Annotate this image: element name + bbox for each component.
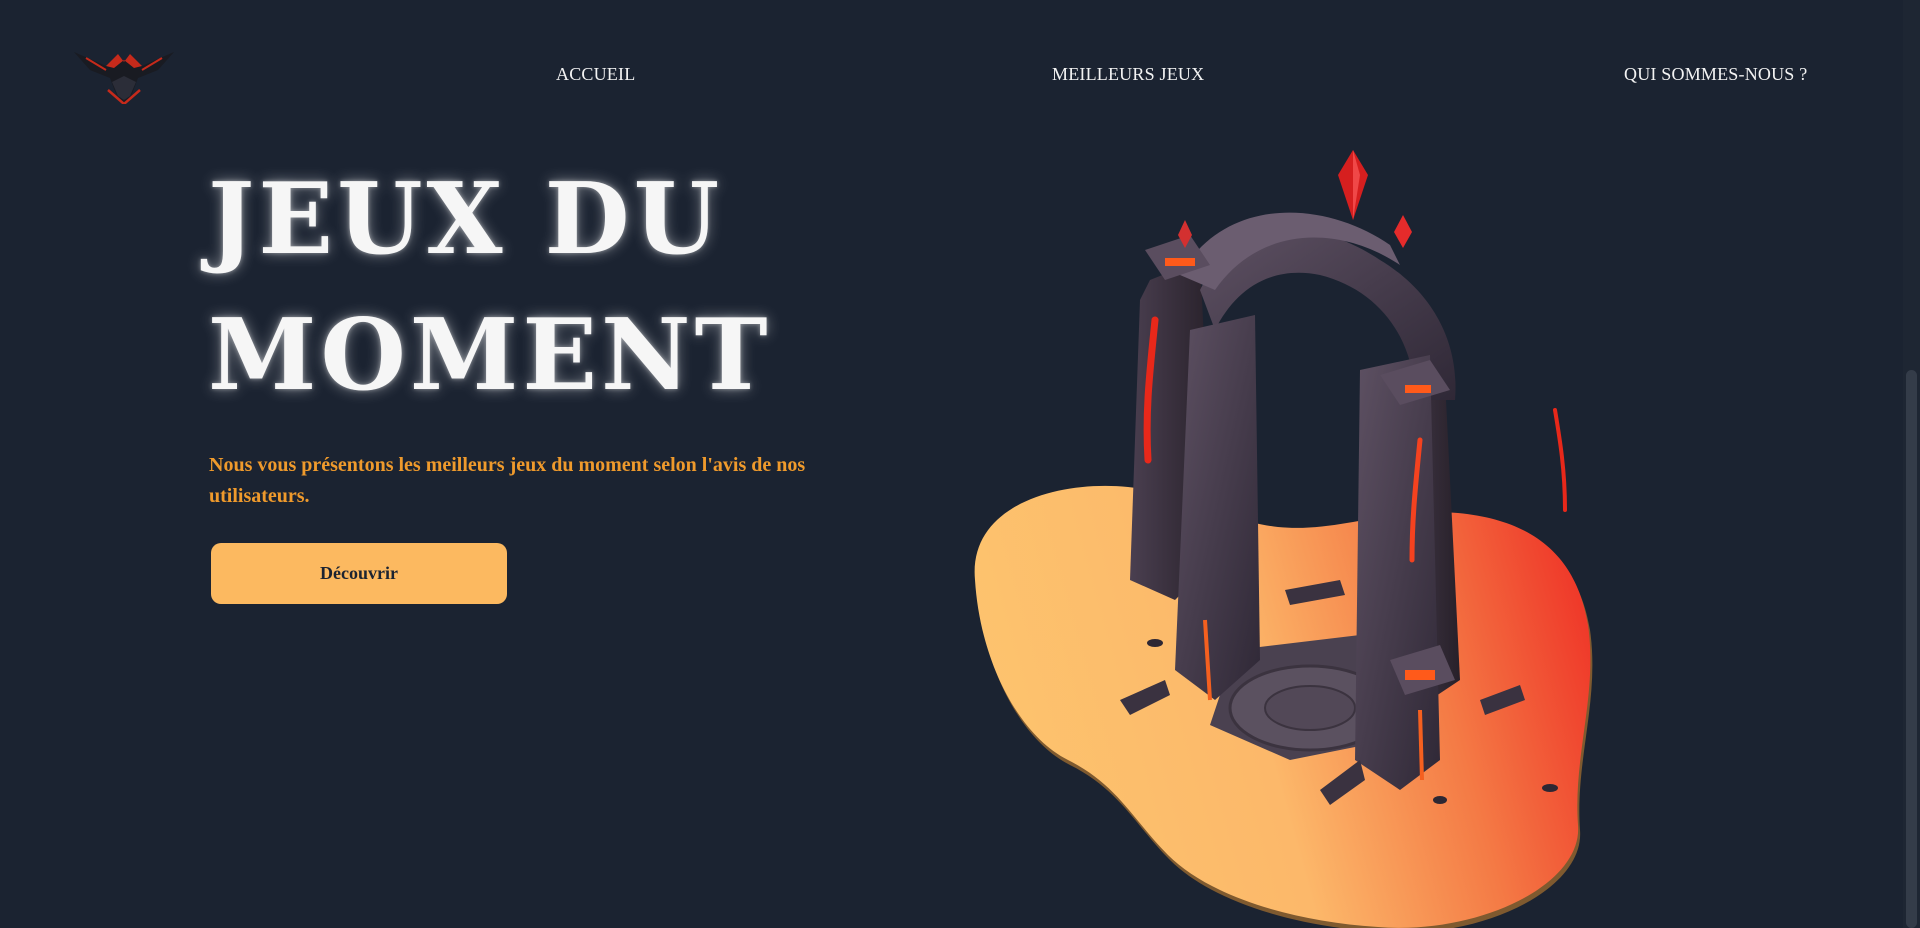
hero-title: JEUX DU MOMENT [208,162,772,413]
nav-accueil-link[interactable]: ACCUEIL [556,64,635,85]
phoenix-logo-icon[interactable] [72,48,176,104]
scrollbar-thumb[interactable] [1906,370,1917,928]
discover-button[interactable]: Découvrir [211,543,507,604]
page-scrollbar[interactable] [1903,0,1920,928]
dark-portal-illustration [974,150,1593,928]
nav-meilleurs-jeux-link[interactable]: MEILLEURS JEUX [1052,64,1204,85]
page: ACCUEIL MEILLEURS JEUX QUI SOMMES-NOUS ?… [0,0,1920,928]
hero-description: Nous vous présentons les meilleurs jeux … [209,454,806,507]
nav-qui-sommes-nous-link[interactable]: QUI SOMMES-NOUS ? [1624,64,1807,85]
